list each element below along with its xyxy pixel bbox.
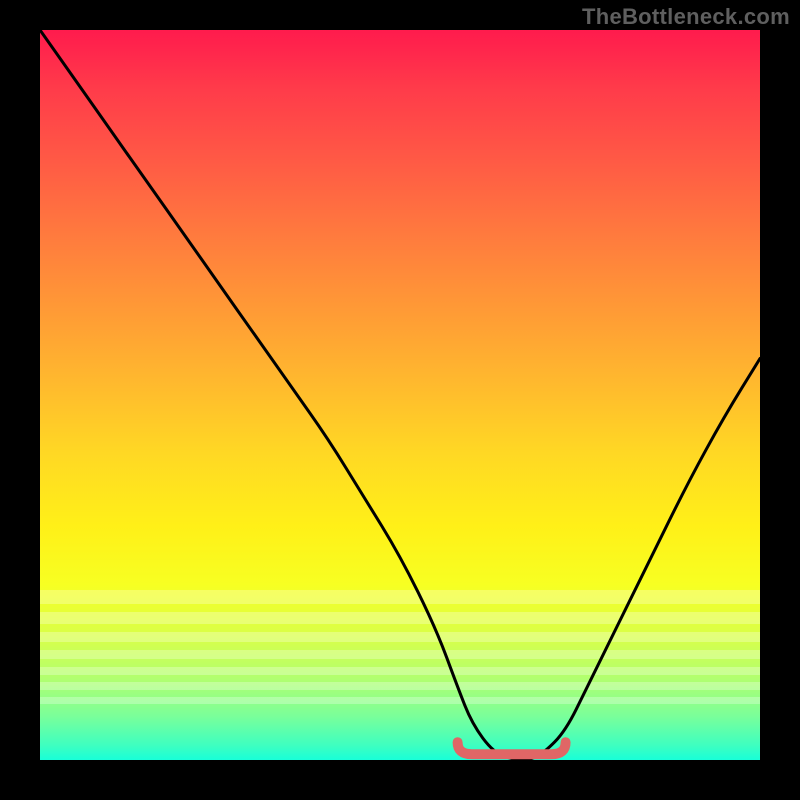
chart-frame: TheBottleneck.com	[0, 0, 800, 800]
plot-area	[40, 30, 760, 760]
chart-svg	[40, 30, 760, 760]
bottleneck-curve	[40, 30, 760, 760]
watermark-text: TheBottleneck.com	[582, 4, 790, 30]
